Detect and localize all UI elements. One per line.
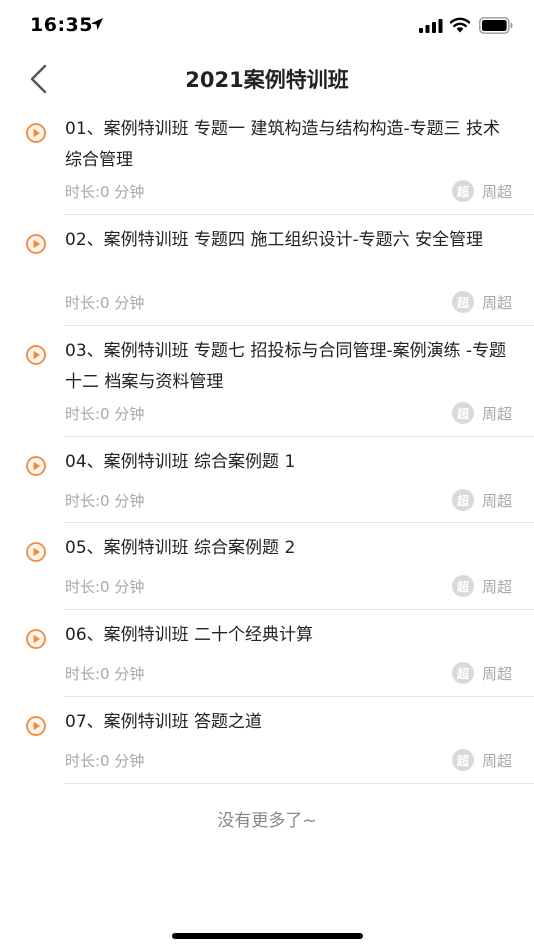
lesson-duration: 时长:0 分钟: [65, 492, 145, 510]
play-icon: [26, 716, 46, 736]
lesson-teacher: 超 周超: [451, 662, 512, 684]
teacher-name: 周超: [481, 751, 512, 770]
teacher-avatar: 超: [451, 662, 474, 684]
lesson-duration: 时长:0 分钟: [65, 183, 145, 201]
play-icon: [26, 542, 46, 562]
lesson-duration: 时长:0 分钟: [65, 578, 145, 596]
lesson-item[interactable]: 02、案例特训班 专题四 施工组织设计-专题六 安全管理 时长:0 分钟 超 周…: [0, 215, 534, 326]
teacher-name: 周超: [481, 577, 512, 596]
teacher-avatar: 超: [451, 180, 474, 202]
teacher-avatar: 超: [451, 575, 474, 597]
lesson-title: 04、案例特训班 综合案例题 1: [65, 452, 296, 472]
lesson-duration: 时长:0 分钟: [65, 752, 145, 770]
lesson-teacher: 超 周超: [451, 489, 512, 511]
status-bar: 16:35: [0, 0, 534, 54]
divider: [64, 783, 534, 784]
lesson-item[interactable]: 06、案例特训班 二十个经典计算 时长:0 分钟 超 周超: [0, 610, 534, 697]
lesson-title: 06、案例特训班 二十个经典计算: [65, 625, 314, 645]
play-icon: [26, 345, 46, 365]
teacher-name: 周超: [481, 404, 512, 423]
teacher-name: 周超: [481, 491, 512, 510]
page-title: 2021案例特训班: [185, 68, 349, 92]
lesson-teacher: 超 周超: [451, 749, 512, 771]
teacher-name: 周超: [481, 664, 512, 683]
lesson-list: 01、案例特训班 专题一 建筑构造与结构构造-专题三 技术综合管理 时长:0 分…: [0, 104, 534, 784]
teacher-name: 周超: [481, 182, 512, 201]
lesson-teacher: 超 周超: [451, 291, 512, 313]
home-indicator[interactable]: [172, 933, 363, 939]
lesson-teacher: 超 周超: [451, 575, 512, 597]
play-icon: [26, 234, 46, 254]
teacher-avatar: 超: [451, 489, 474, 511]
battery-icon: [479, 17, 513, 34]
nav-bar: 2021案例特训班: [0, 54, 534, 104]
lesson-title: 05、案例特训班 综合案例题 2: [65, 538, 296, 558]
lesson-teacher: 超 周超: [451, 180, 512, 202]
lesson-title: 03、案例特训班 专题七 招投标与合同管理-案例演练 -专题十二 档案与资料管理: [65, 341, 507, 392]
location-arrow-icon: [91, 18, 103, 30]
status-time: 16:35: [30, 14, 93, 36]
lesson-item[interactable]: 05、案例特训班 综合案例题 2 时长:0 分钟 超 周超: [0, 523, 534, 610]
teacher-avatar: 超: [451, 402, 474, 424]
lesson-duration: 时长:0 分钟: [65, 405, 145, 423]
wifi-icon: [449, 17, 471, 33]
play-icon: [26, 123, 46, 143]
teacher-avatar: 超: [451, 749, 474, 771]
lesson-duration: 时长:0 分钟: [65, 294, 145, 312]
lesson-title: 07、案例特训班 答题之道: [65, 712, 263, 732]
lesson-item[interactable]: 07、案例特训班 答题之道 时长:0 分钟 超 周超: [0, 697, 534, 784]
lesson-item[interactable]: 04、案例特训班 综合案例题 1 时长:0 分钟 超 周超: [0, 437, 534, 523]
lesson-teacher: 超 周超: [451, 402, 512, 424]
lesson-title: 01、案例特训班 专题一 建筑构造与结构构造-专题三 技术综合管理: [65, 119, 500, 170]
no-more-text: 没有更多了~: [217, 811, 317, 831]
cellular-signal-icon: [419, 19, 443, 33]
lesson-item[interactable]: 01、案例特训班 专题一 建筑构造与结构构造-专题三 技术综合管理 时长:0 分…: [0, 104, 534, 215]
lesson-duration: 时长:0 分钟: [65, 665, 145, 683]
play-icon: [26, 629, 46, 649]
teacher-name: 周超: [481, 293, 512, 312]
play-icon: [26, 456, 46, 476]
lesson-title: 02、案例特训班 专题四 施工组织设计-专题六 安全管理: [65, 230, 483, 250]
teacher-avatar: 超: [451, 291, 474, 313]
lesson-item[interactable]: 03、案例特训班 专题七 招投标与合同管理-案例演练 -专题十二 档案与资料管理…: [0, 326, 534, 437]
